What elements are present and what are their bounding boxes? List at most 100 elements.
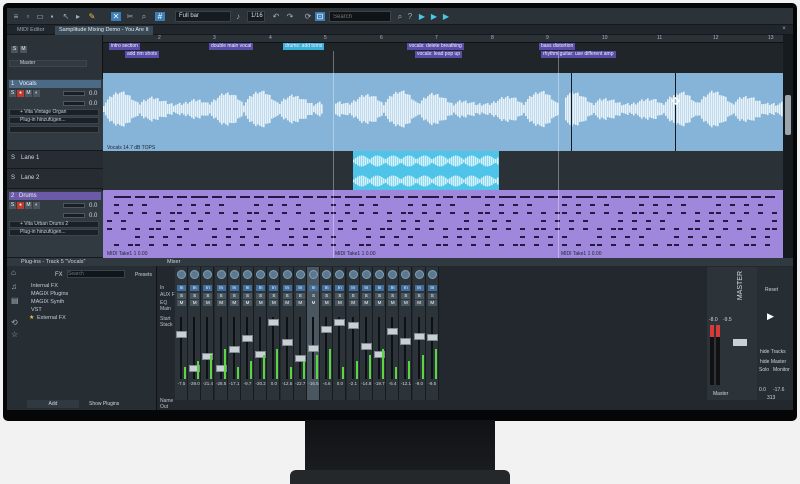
fader-cap[interactable] [413, 333, 425, 341]
record-button[interactable]: ● [17, 90, 24, 97]
solo-button[interactable]: S [401, 293, 411, 299]
scrollbar-thumb[interactable] [785, 95, 791, 135]
search-icon[interactable]: ⌕ [395, 12, 405, 21]
channel-strip[interactable]: In S M -12.1 [399, 267, 413, 400]
loop-icon[interactable]: ⟳ [303, 12, 313, 21]
redo-icon[interactable]: ↷ [285, 12, 295, 21]
solo-button[interactable]: S [203, 293, 213, 299]
pointer-tool-icon[interactable]: ↖ [61, 12, 71, 21]
channel-strip[interactable]: In S M 0.0 [333, 267, 347, 400]
pan-knob[interactable] [216, 270, 226, 279]
input-button[interactable]: In [388, 285, 398, 291]
mute-button[interactable]: M [243, 300, 252, 306]
vertical-scrollbar[interactable] [783, 35, 793, 258]
fader-cap[interactable] [281, 339, 293, 346]
pan-knob[interactable] [335, 270, 345, 279]
channel-strip[interactable]: In S M -9.7 [241, 267, 254, 400]
tab-project[interactable]: Samplitude Mixing Demo - You Are It [55, 26, 153, 35]
track-name[interactable]: Drums [19, 193, 37, 199]
input-button[interactable]: In [177, 285, 186, 291]
channel-strip[interactable]: In S M -19.7 [373, 267, 386, 400]
fader-track[interactable] [430, 317, 433, 379]
solo-button[interactable]: S [256, 293, 266, 299]
undo-icon[interactable]: ↶ [271, 12, 281, 21]
record-mode-icon[interactable]: ⊡ [315, 12, 325, 21]
record-button[interactable]: ● [17, 202, 24, 209]
solo-button[interactable]: S [229, 293, 239, 299]
menu-icon[interactable]: ≡ [11, 12, 21, 21]
marker[interactable]: intro section [109, 43, 140, 50]
input-button[interactable]: In [335, 285, 345, 291]
track-header-vocals[interactable]: 1 Vocals S ● M ◐ 0.0 0.0 + Vita Vintage … [7, 79, 103, 151]
snap-select[interactable]: Full bar [175, 11, 231, 22]
mute-button[interactable]: M [229, 300, 239, 306]
vocals-clip[interactable]: Vocals 14.7 dB TOPS [103, 73, 783, 151]
pan-knob[interactable] [361, 270, 371, 279]
browser-item-vst[interactable]: VST [31, 306, 42, 314]
pan-knob[interactable] [203, 270, 213, 279]
track-header-drums[interactable]: 2 Drums S ● M ◐ 0.0 0.0 + Vita Urban Dru… [7, 191, 103, 258]
channel-strip[interactable]: In S M -22.7 [293, 267, 307, 400]
solo-button[interactable]: S [9, 202, 16, 209]
grid-select[interactable]: 1/16 [247, 11, 265, 22]
marker[interactable]: add rim shots [125, 51, 160, 58]
fader-track[interactable] [404, 317, 407, 379]
fader-cap[interactable] [334, 319, 346, 326]
browser-media-icon[interactable]: ♫ [11, 282, 17, 291]
browser-search-input[interactable] [67, 270, 125, 278]
fader-track[interactable] [272, 317, 275, 379]
fader-track[interactable] [298, 317, 301, 379]
mute-button[interactable]: M [177, 300, 186, 306]
presets-label[interactable]: Presets [135, 272, 152, 278]
solo-button[interactable]: S [388, 293, 398, 299]
mute-button[interactable]: M [361, 300, 371, 306]
pan-knob[interactable] [375, 270, 384, 279]
fader-cap[interactable] [387, 327, 399, 335]
solo-button[interactable]: S [322, 293, 332, 299]
input-button[interactable]: In [309, 285, 318, 291]
input-button[interactable]: In [401, 285, 411, 291]
master-fader-cap[interactable] [733, 339, 747, 346]
lane-solo[interactable]: S [11, 175, 15, 181]
track-name[interactable]: Vocals [19, 81, 37, 87]
fader-track[interactable] [246, 317, 248, 379]
solo-button[interactable]: S [9, 90, 16, 97]
channel-strip[interactable]: In S M -12.5 [280, 267, 294, 400]
pan-knob[interactable] [190, 270, 200, 279]
lane-header-2[interactable]: S Lane 2 [7, 169, 103, 189]
pan-fader[interactable] [63, 101, 85, 106]
solo-button[interactable]: S [361, 293, 371, 299]
pan-knob[interactable] [322, 270, 332, 279]
browser-item-magix-synth[interactable]: MAGIX Synth [31, 298, 64, 306]
solo-button[interactable]: S [427, 293, 437, 299]
pan-knob[interactable] [414, 270, 424, 279]
monitor-button[interactable]: ◐ [33, 90, 40, 97]
play-alt-icon[interactable]: ▶ [429, 12, 439, 21]
browser-favorites-icon[interactable]: ☆ [11, 330, 18, 339]
monitor-button[interactable]: ◐ [33, 202, 40, 209]
input-button[interactable]: In [256, 285, 266, 291]
fader-track[interactable] [259, 317, 262, 379]
fader-cap[interactable] [242, 334, 253, 342]
browser-files-icon[interactable]: ▤ [11, 296, 19, 305]
input-button[interactable]: In [282, 285, 292, 291]
fader-cap[interactable] [426, 334, 438, 342]
fader-cap[interactable] [360, 342, 372, 350]
input-button[interactable]: In [322, 285, 332, 291]
master-track-label[interactable]: Master [9, 60, 87, 67]
solo-button[interactable]: S [282, 293, 292, 299]
channel-strip[interactable]: In S M -16.5 [307, 267, 320, 400]
lane-header-1[interactable]: S Lane 1 [7, 151, 103, 169]
channel-strip[interactable]: In S M -9.5 [425, 267, 439, 400]
mute-all-button[interactable]: M [20, 46, 27, 53]
solo-button[interactable]: S [190, 293, 200, 299]
input-button[interactable]: In [190, 285, 200, 291]
channel-strip[interactable]: In S M -4.6 [320, 267, 334, 400]
master-strip[interactable]: MASTER -8.0 -9.5 Master [707, 267, 757, 400]
fader-cap[interactable] [321, 326, 333, 334]
input-button[interactable]: In [216, 285, 226, 291]
mute-button[interactable]: M [269, 300, 279, 306]
mute-button[interactable]: M [25, 90, 32, 97]
mute-button[interactable]: M [309, 300, 318, 306]
close-tab-icon[interactable]: × [779, 25, 789, 34]
